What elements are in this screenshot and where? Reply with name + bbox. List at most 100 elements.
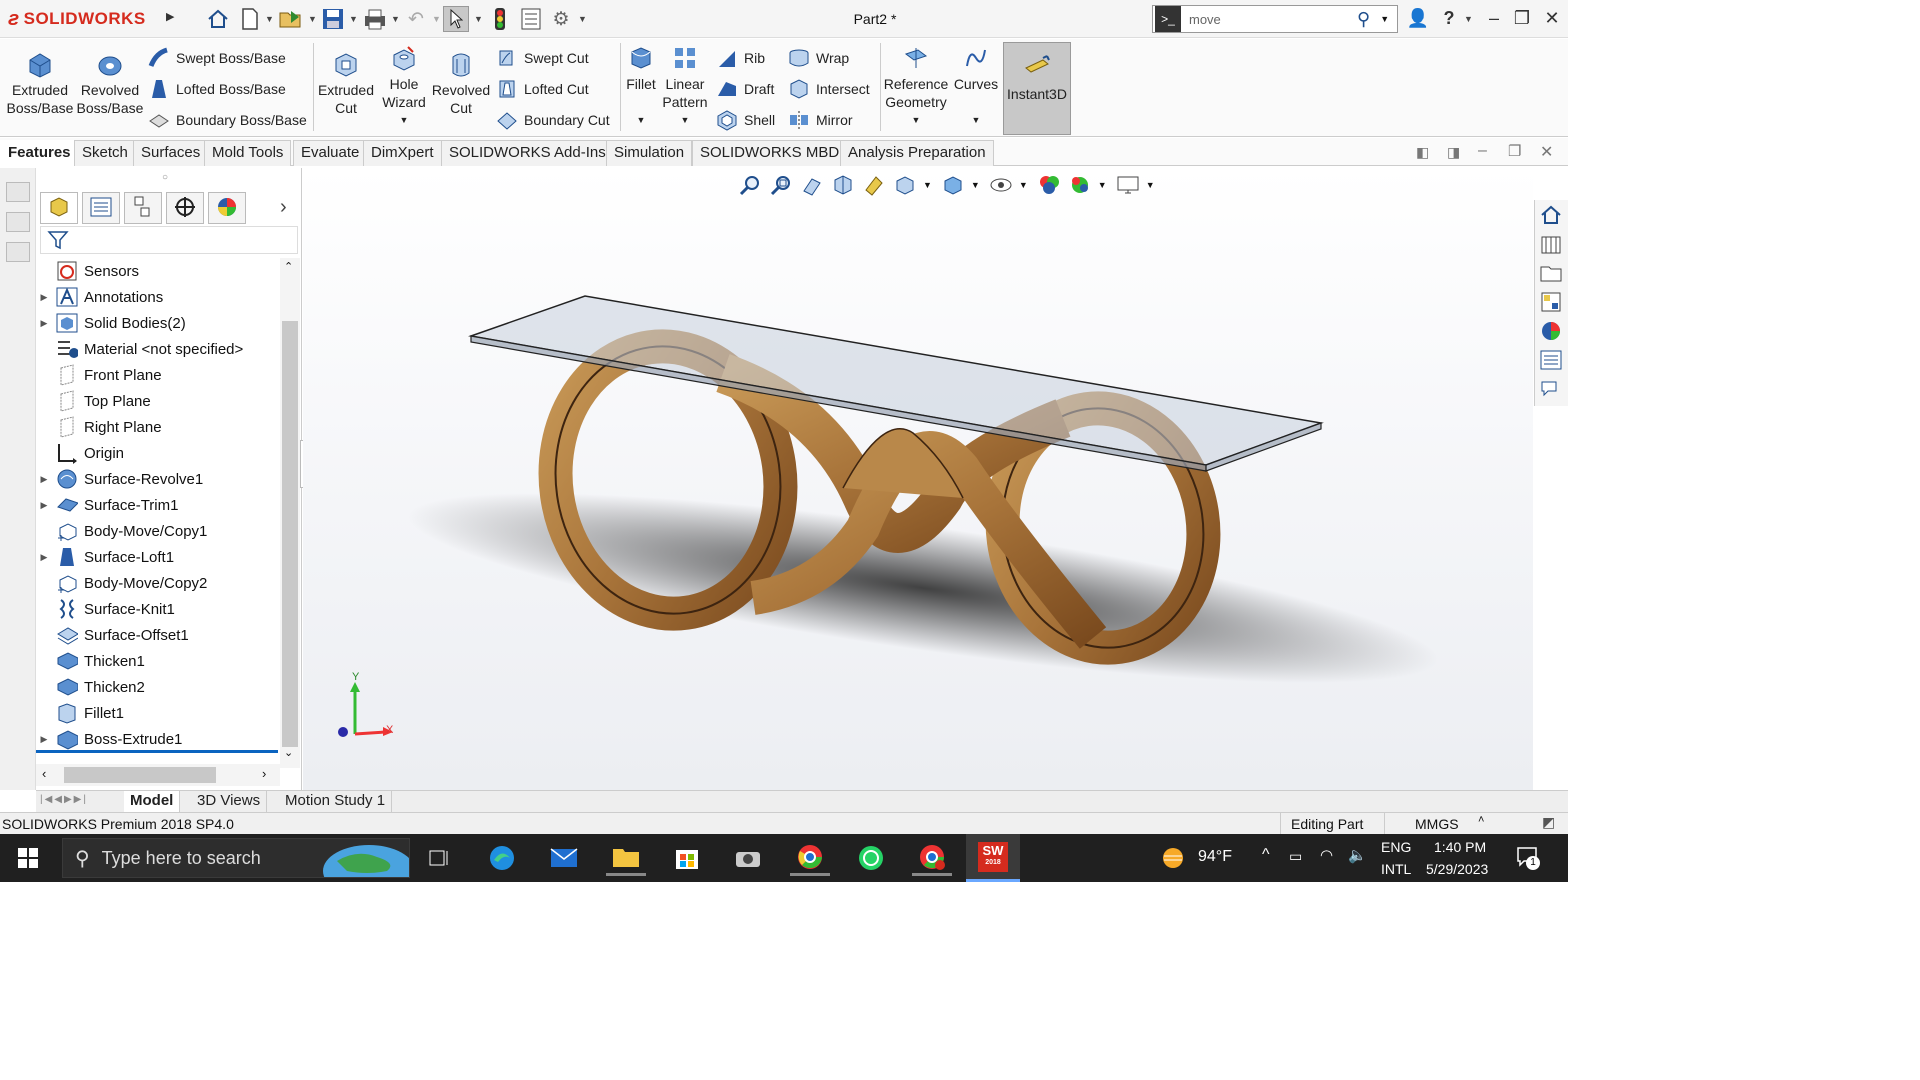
show-hidden-icons-chevron-icon[interactable]: ^ — [1262, 846, 1270, 864]
instant3d-button[interactable]: Instant3D — [1003, 42, 1071, 135]
mail-icon[interactable] — [544, 840, 584, 876]
scroll-thumb[interactable] — [282, 321, 298, 747]
fillet-button[interactable]: Fillet ▼ — [622, 33, 660, 125]
tree-node[interactable]: Front Plane — [36, 362, 280, 388]
tree-node[interactable]: ▶ Surface-Trim1 — [36, 492, 280, 518]
file-explorer-taskbar-icon[interactable] — [606, 840, 646, 876]
tile-left-icon[interactable]: ◧ — [1416, 144, 1429, 161]
keyboard-layout-text[interactable]: INTL — [1381, 861, 1411, 877]
boundary-boss-button[interactable]: Boundary Boss/Base — [148, 109, 307, 131]
custom-properties-icon[interactable] — [1535, 345, 1567, 374]
options-dropdown-arrow-icon[interactable]: ▼ — [578, 14, 587, 24]
save-dropdown-arrow-icon[interactable]: ▼ — [349, 14, 358, 24]
expand-arrow-icon[interactable]: ▶ — [36, 500, 52, 511]
print-icon[interactable] — [362, 6, 388, 32]
command-search-box[interactable]: >_ ⚲ ▼ — [1152, 5, 1398, 33]
sketch-tool-icon[interactable] — [6, 182, 30, 202]
undo-dropdown-arrow-icon[interactable]: ▼ — [432, 14, 441, 24]
microsoft-store-icon[interactable] — [667, 840, 707, 876]
tree-node[interactable]: Surface-Offset1 — [36, 622, 280, 648]
intersect-button[interactable]: Intersect — [788, 78, 870, 100]
minimize-icon[interactable]: – — [1481, 8, 1507, 30]
file-explorer-icon[interactable] — [1535, 258, 1567, 287]
tree-node[interactable]: Origin — [36, 440, 280, 466]
lofted-boss-button[interactable]: Lofted Boss/Base — [148, 78, 286, 100]
select-cursor-icon[interactable] — [443, 6, 469, 32]
camera-icon[interactable] — [728, 840, 768, 876]
forum-icon[interactable] — [1535, 374, 1567, 403]
help-icon[interactable]: ? — [1436, 8, 1462, 30]
home-icon[interactable] — [205, 6, 231, 32]
curves-dropdown-arrow-icon[interactable]: ▼ — [972, 115, 981, 125]
revolved-boss-button[interactable]: Revolved Boss/Base — [76, 39, 144, 117]
extruded-boss-button[interactable]: Extruded Boss/Base — [6, 39, 74, 117]
expand-arrow-icon[interactable]: ▶ — [36, 734, 52, 745]
tree-vertical-scrollbar[interactable]: ⌃ ⌄ — [280, 258, 300, 768]
reference-geometry-button[interactable]: Reference Geometry ▼ — [882, 33, 950, 125]
open-dropdown-arrow-icon[interactable]: ▼ — [308, 14, 317, 24]
input-language-text[interactable]: ENG — [1381, 839, 1411, 855]
tab-dimxpert[interactable]: DimXpert — [363, 140, 442, 166]
tree-horizontal-scrollbar[interactable]: ‹ › — [36, 764, 280, 786]
weather-sun-icon[interactable] — [1158, 844, 1190, 875]
select-dropdown-arrow-icon[interactable]: ▼ — [474, 14, 483, 24]
scroll-down-arrow-icon[interactable]: ⌄ — [284, 746, 293, 759]
fillet-dropdown-arrow-icon[interactable]: ▼ — [637, 115, 646, 125]
tab-motion-study-1[interactable]: Motion Study 1 — [279, 791, 393, 812]
options-gear-icon[interactable]: ⚙ — [548, 6, 574, 32]
scroll-left-arrow-icon[interactable]: ‹ — [42, 766, 46, 781]
tree-node[interactable]: ▶ Surface-Loft1 — [36, 544, 280, 570]
open-icon[interactable] — [278, 6, 304, 32]
draft-button[interactable]: Draft — [716, 78, 774, 100]
scroll-right-arrow-icon[interactable]: › — [262, 766, 266, 781]
search-magnifier-icon[interactable]: ⚲ — [1357, 9, 1370, 30]
tree-node[interactable]: ▶ Surface-Revolve1 — [36, 466, 280, 492]
tree-node[interactable]: Thicken2 — [36, 674, 280, 700]
view-palette-icon[interactable] — [1535, 287, 1567, 316]
swept-cut-button[interactable]: Swept Cut — [496, 47, 589, 69]
status-resize-grip-icon[interactable]: ◩ — [1542, 814, 1555, 831]
clock-date[interactable]: 5/29/2023 — [1426, 861, 1488, 877]
tab-solidworks-add-ins[interactable]: SOLIDWORKS Add-Ins — [441, 140, 614, 166]
revolved-cut-button[interactable]: Revolved Cut — [432, 39, 490, 117]
curves-button[interactable]: Curves ▼ — [952, 33, 1000, 125]
solidworks-resources-home-icon[interactable] — [1535, 200, 1567, 229]
user-profile-icon[interactable]: 👤 — [1405, 8, 1431, 30]
linear-pattern-button[interactable]: Linear Pattern ▼ — [660, 33, 710, 125]
configuration-manager-tab[interactable] — [124, 192, 162, 224]
windows-start-icon[interactable] — [8, 840, 48, 876]
tree-node[interactable]: Sensors — [36, 258, 280, 284]
horizontal-scroll-thumb[interactable] — [64, 767, 216, 783]
file-properties-icon[interactable] — [518, 6, 544, 32]
boundary-cut-button[interactable]: Boundary Cut — [496, 109, 610, 131]
tree-node[interactable]: Top Plane — [36, 388, 280, 414]
tab-solidworks-mbd[interactable]: SOLIDWORKS MBD — [692, 140, 848, 166]
feature-manager-tab[interactable] — [40, 192, 78, 224]
hole-wizard-button[interactable]: Hole Wizard ▼ — [376, 33, 432, 125]
tab-3d-views[interactable]: 3D Views — [191, 791, 268, 812]
new-dropdown-arrow-icon[interactable]: ▼ — [265, 14, 274, 24]
tree-node[interactable]: Surface-Knit1 — [36, 596, 280, 622]
appearances-scenes-icon[interactable] — [1535, 316, 1567, 345]
save-icon[interactable] — [320, 6, 346, 32]
design-library-icon[interactable] — [1535, 229, 1567, 258]
tree-node[interactable]: Fillet1 — [36, 700, 280, 726]
solidworks-logo[interactable]: ƨ SOLIDWORKS — [8, 4, 160, 34]
tab-simulation[interactable]: Simulation — [606, 140, 693, 166]
unit-system-up-arrow-icon[interactable]: ˄ — [1478, 814, 1484, 826]
reference-geometry-dropdown-arrow-icon[interactable]: ▼ — [912, 115, 921, 125]
volume-speaker-icon[interactable]: 🔈 — [1348, 846, 1367, 864]
lofted-cut-button[interactable]: Lofted Cut — [496, 78, 589, 100]
tree-node[interactable]: Body-Move/Copy1 — [36, 518, 280, 544]
menu-expand-arrow-icon[interactable]: ▶ — [166, 10, 174, 23]
chrome-profile-icon[interactable] — [912, 840, 952, 876]
notes-icon[interactable] — [6, 242, 30, 262]
tab-features[interactable]: Features — [0, 140, 79, 166]
close-icon[interactable]: ✕ — [1539, 8, 1565, 30]
tree-node[interactable]: ▶ Annotations — [36, 284, 280, 310]
notifications-icon[interactable]: 1 — [1516, 846, 1540, 870]
doc-restore-icon[interactable]: ❐ — [1508, 142, 1521, 160]
chrome-browser-icon[interactable] — [790, 840, 830, 876]
clock-time[interactable]: 1:40 PM — [1434, 839, 1486, 855]
rebuild-traffic-light-icon[interactable] — [487, 6, 513, 32]
